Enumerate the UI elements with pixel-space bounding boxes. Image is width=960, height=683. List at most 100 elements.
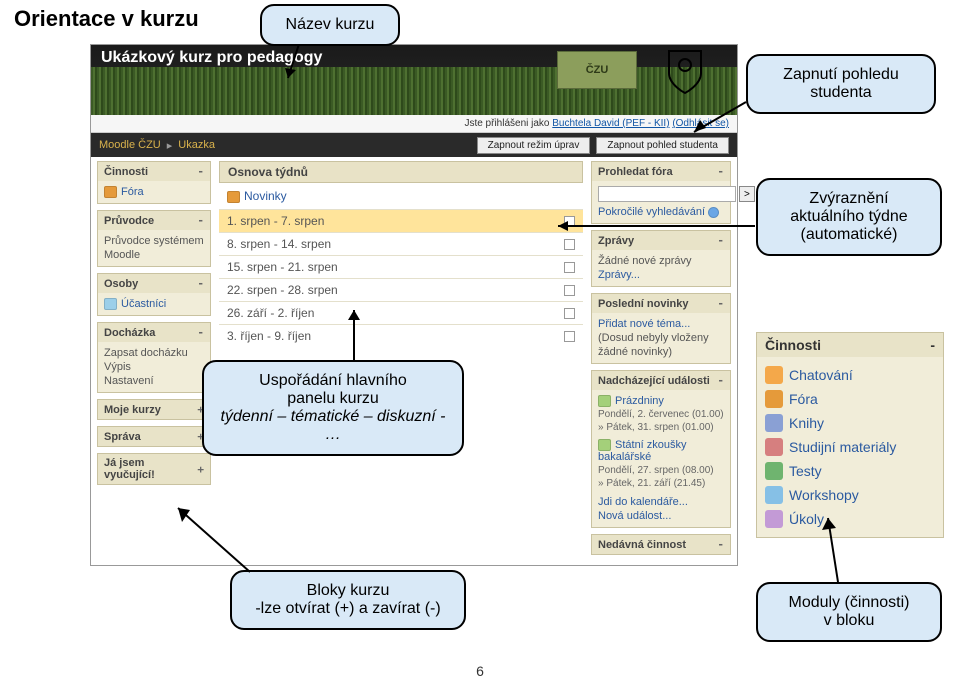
block-title: Já jsem vyučující! xyxy=(104,457,197,481)
week-checkbox-icon[interactable] xyxy=(564,331,575,342)
help-icon[interactable] xyxy=(708,207,719,218)
arrow-icon xyxy=(550,218,760,248)
course-banner: Ukázkový kurz pro pedagogy ČZU xyxy=(91,45,737,115)
week-checkbox-icon[interactable] xyxy=(564,285,575,296)
crumb-course[interactable]: Ukazka xyxy=(178,139,215,151)
activity-item[interactable]: Workshopy xyxy=(765,483,935,507)
block-item-fora[interactable]: Fóra xyxy=(104,185,204,199)
activity-item[interactable]: Testy xyxy=(765,459,935,483)
news-icon xyxy=(227,191,240,203)
event-1[interactable]: Prázdniny xyxy=(598,394,724,408)
label: Účastníci xyxy=(121,298,166,310)
block-upcoming-events: Nadcházející události- Prázdniny Pondělí… xyxy=(591,370,731,528)
block-item-participants[interactable]: Účastníci xyxy=(104,297,204,311)
activity-item[interactable]: Chatování xyxy=(765,363,935,387)
week-label: 26. září - 2. říjen xyxy=(227,306,314,320)
event-2[interactable]: Státní zkoušky bakalářské xyxy=(598,438,724,464)
expand-icon[interactable]: + xyxy=(197,463,204,476)
week-checkbox-icon[interactable] xyxy=(564,262,575,273)
messages-link[interactable]: Zprávy... xyxy=(598,268,724,282)
collapse-icon[interactable]: - xyxy=(197,326,204,339)
arrow-icon xyxy=(284,44,314,84)
week-label: 1. srpen - 7. srpen xyxy=(227,214,324,228)
no-messages: Žádné nové zprávy xyxy=(598,254,724,268)
event-2-to: » Pátek, 21. září (21.45) xyxy=(598,477,724,490)
arrow-icon xyxy=(344,302,374,362)
login-user-link[interactable]: Buchtela David (PEF - KII) xyxy=(552,118,669,129)
block-admin: Správa+ xyxy=(97,426,211,447)
outline-header: Osnova týdnů xyxy=(219,161,583,183)
label: Fóra xyxy=(121,186,144,198)
attendance-record[interactable]: Zapsat docházku xyxy=(104,346,204,360)
activity-item[interactable]: Úkoly xyxy=(765,507,935,531)
arrow-icon xyxy=(688,98,748,138)
week-row[interactable]: 15. srpen - 21. srpen xyxy=(219,255,583,278)
event-1-from: Pondělí, 2. červenec (01.00) xyxy=(598,408,724,421)
collapse-icon[interactable]: - xyxy=(717,538,724,551)
line1: Zvýraznění xyxy=(772,190,926,208)
block-search-forums: Prohledat fóra- > Pokročilé vyhledávání xyxy=(591,161,731,224)
week-row[interactable]: 26. září - 2. říjen xyxy=(219,301,583,324)
week-checkbox-icon[interactable] xyxy=(564,308,575,319)
collapse-icon[interactable]: - xyxy=(197,165,204,178)
event-1-to: » Pátek, 31. srpen (01.00) xyxy=(598,421,724,434)
crumb-root[interactable]: Moodle ČZU xyxy=(99,139,161,151)
attendance-settings[interactable]: Nastavení xyxy=(104,374,204,388)
week-label: 3. říjen - 9. říjen xyxy=(227,329,311,343)
block-title: Nadcházející události xyxy=(598,375,710,387)
collapse-icon[interactable]: - xyxy=(717,374,724,387)
activity-icon xyxy=(765,462,783,480)
collapse-icon[interactable]: - xyxy=(197,277,204,290)
block-title: Činnosti xyxy=(765,337,821,353)
event-icon xyxy=(598,395,611,407)
block-title: Docházka xyxy=(104,327,155,339)
block-activities: Činnosti - Fóra xyxy=(97,161,211,204)
moodle-screenshot: Ukázkový kurz pro pedagogy ČZU Jste přih… xyxy=(90,44,738,566)
search-forum-input[interactable] xyxy=(598,186,736,202)
collapse-icon[interactable]: - xyxy=(197,214,204,227)
new-event-link[interactable]: Nová událost... xyxy=(598,509,724,523)
crest-icon xyxy=(663,47,707,97)
add-topic-link[interactable]: Přidat nové téma... xyxy=(598,317,724,331)
goto-calendar-link[interactable]: Jdi do kalendáře... xyxy=(598,495,724,509)
week-label: 8. srpen - 14. srpen xyxy=(227,237,331,251)
block-title: Nedávná činnost xyxy=(598,539,686,551)
activity-label: Testy xyxy=(789,463,822,479)
advanced-search-link[interactable]: Pokročilé vyhledávání xyxy=(598,206,705,218)
week-label: 22. srpen - 28. srpen xyxy=(227,283,338,297)
label: Prázdniny xyxy=(615,395,664,407)
week-row[interactable]: 1. srpen - 7. srpen xyxy=(219,209,583,232)
activity-icon xyxy=(765,438,783,456)
guide-line1[interactable]: Průvodce systémem xyxy=(104,234,204,248)
arrow-right-icon: ▸ xyxy=(167,139,173,152)
block-title: Průvodce xyxy=(104,215,154,227)
attendance-list[interactable]: Výpis xyxy=(104,360,204,374)
activity-icon xyxy=(765,486,783,504)
left-column: Činnosti - Fóra Průvodce - Průvodce systém… xyxy=(91,157,215,495)
week-row[interactable]: 3. říjen - 9. říjen xyxy=(219,324,583,347)
block-title: Činnosti xyxy=(104,166,148,178)
activity-label: Studijní materiály xyxy=(789,439,896,455)
block-title: Správa xyxy=(104,431,141,443)
activity-item[interactable]: Fóra xyxy=(765,387,935,411)
week-row[interactable]: 8. srpen - 14. srpen xyxy=(219,232,583,255)
collapse-icon[interactable]: - xyxy=(930,337,935,353)
line1: Bloky kurzu xyxy=(246,582,450,600)
activity-item[interactable]: Knihy xyxy=(765,411,935,435)
line1: Uspořádání hlavního xyxy=(218,372,448,390)
collapse-icon[interactable]: - xyxy=(717,297,724,310)
student-view-button[interactable]: Zapnout pohled studenta xyxy=(596,137,729,154)
callout-blocks: Bloky kurzu -lze otvírat (+) a zavírat (… xyxy=(230,570,466,630)
enable-editing-button[interactable]: Zapnout režim úprav xyxy=(477,137,591,154)
block-latest-news: Poslední novinky- Přidat nové téma... (D… xyxy=(591,293,731,364)
label: Novinky xyxy=(244,189,287,203)
week-row[interactable]: 22. srpen - 28. srpen xyxy=(219,278,583,301)
block-attendance: Docházka - Zapsat docházku Výpis Nastaven… xyxy=(97,322,211,393)
search-forum-button[interactable]: > xyxy=(739,186,755,202)
collapse-icon[interactable]: - xyxy=(717,165,724,178)
activity-icon xyxy=(765,414,783,432)
line3: týdenní – tématické – diskuzní - … xyxy=(218,408,448,444)
guide-line2[interactable]: Moodle xyxy=(104,248,204,262)
activity-item[interactable]: Studijní materiály xyxy=(765,435,935,459)
news-link[interactable]: Novinky xyxy=(219,183,583,209)
